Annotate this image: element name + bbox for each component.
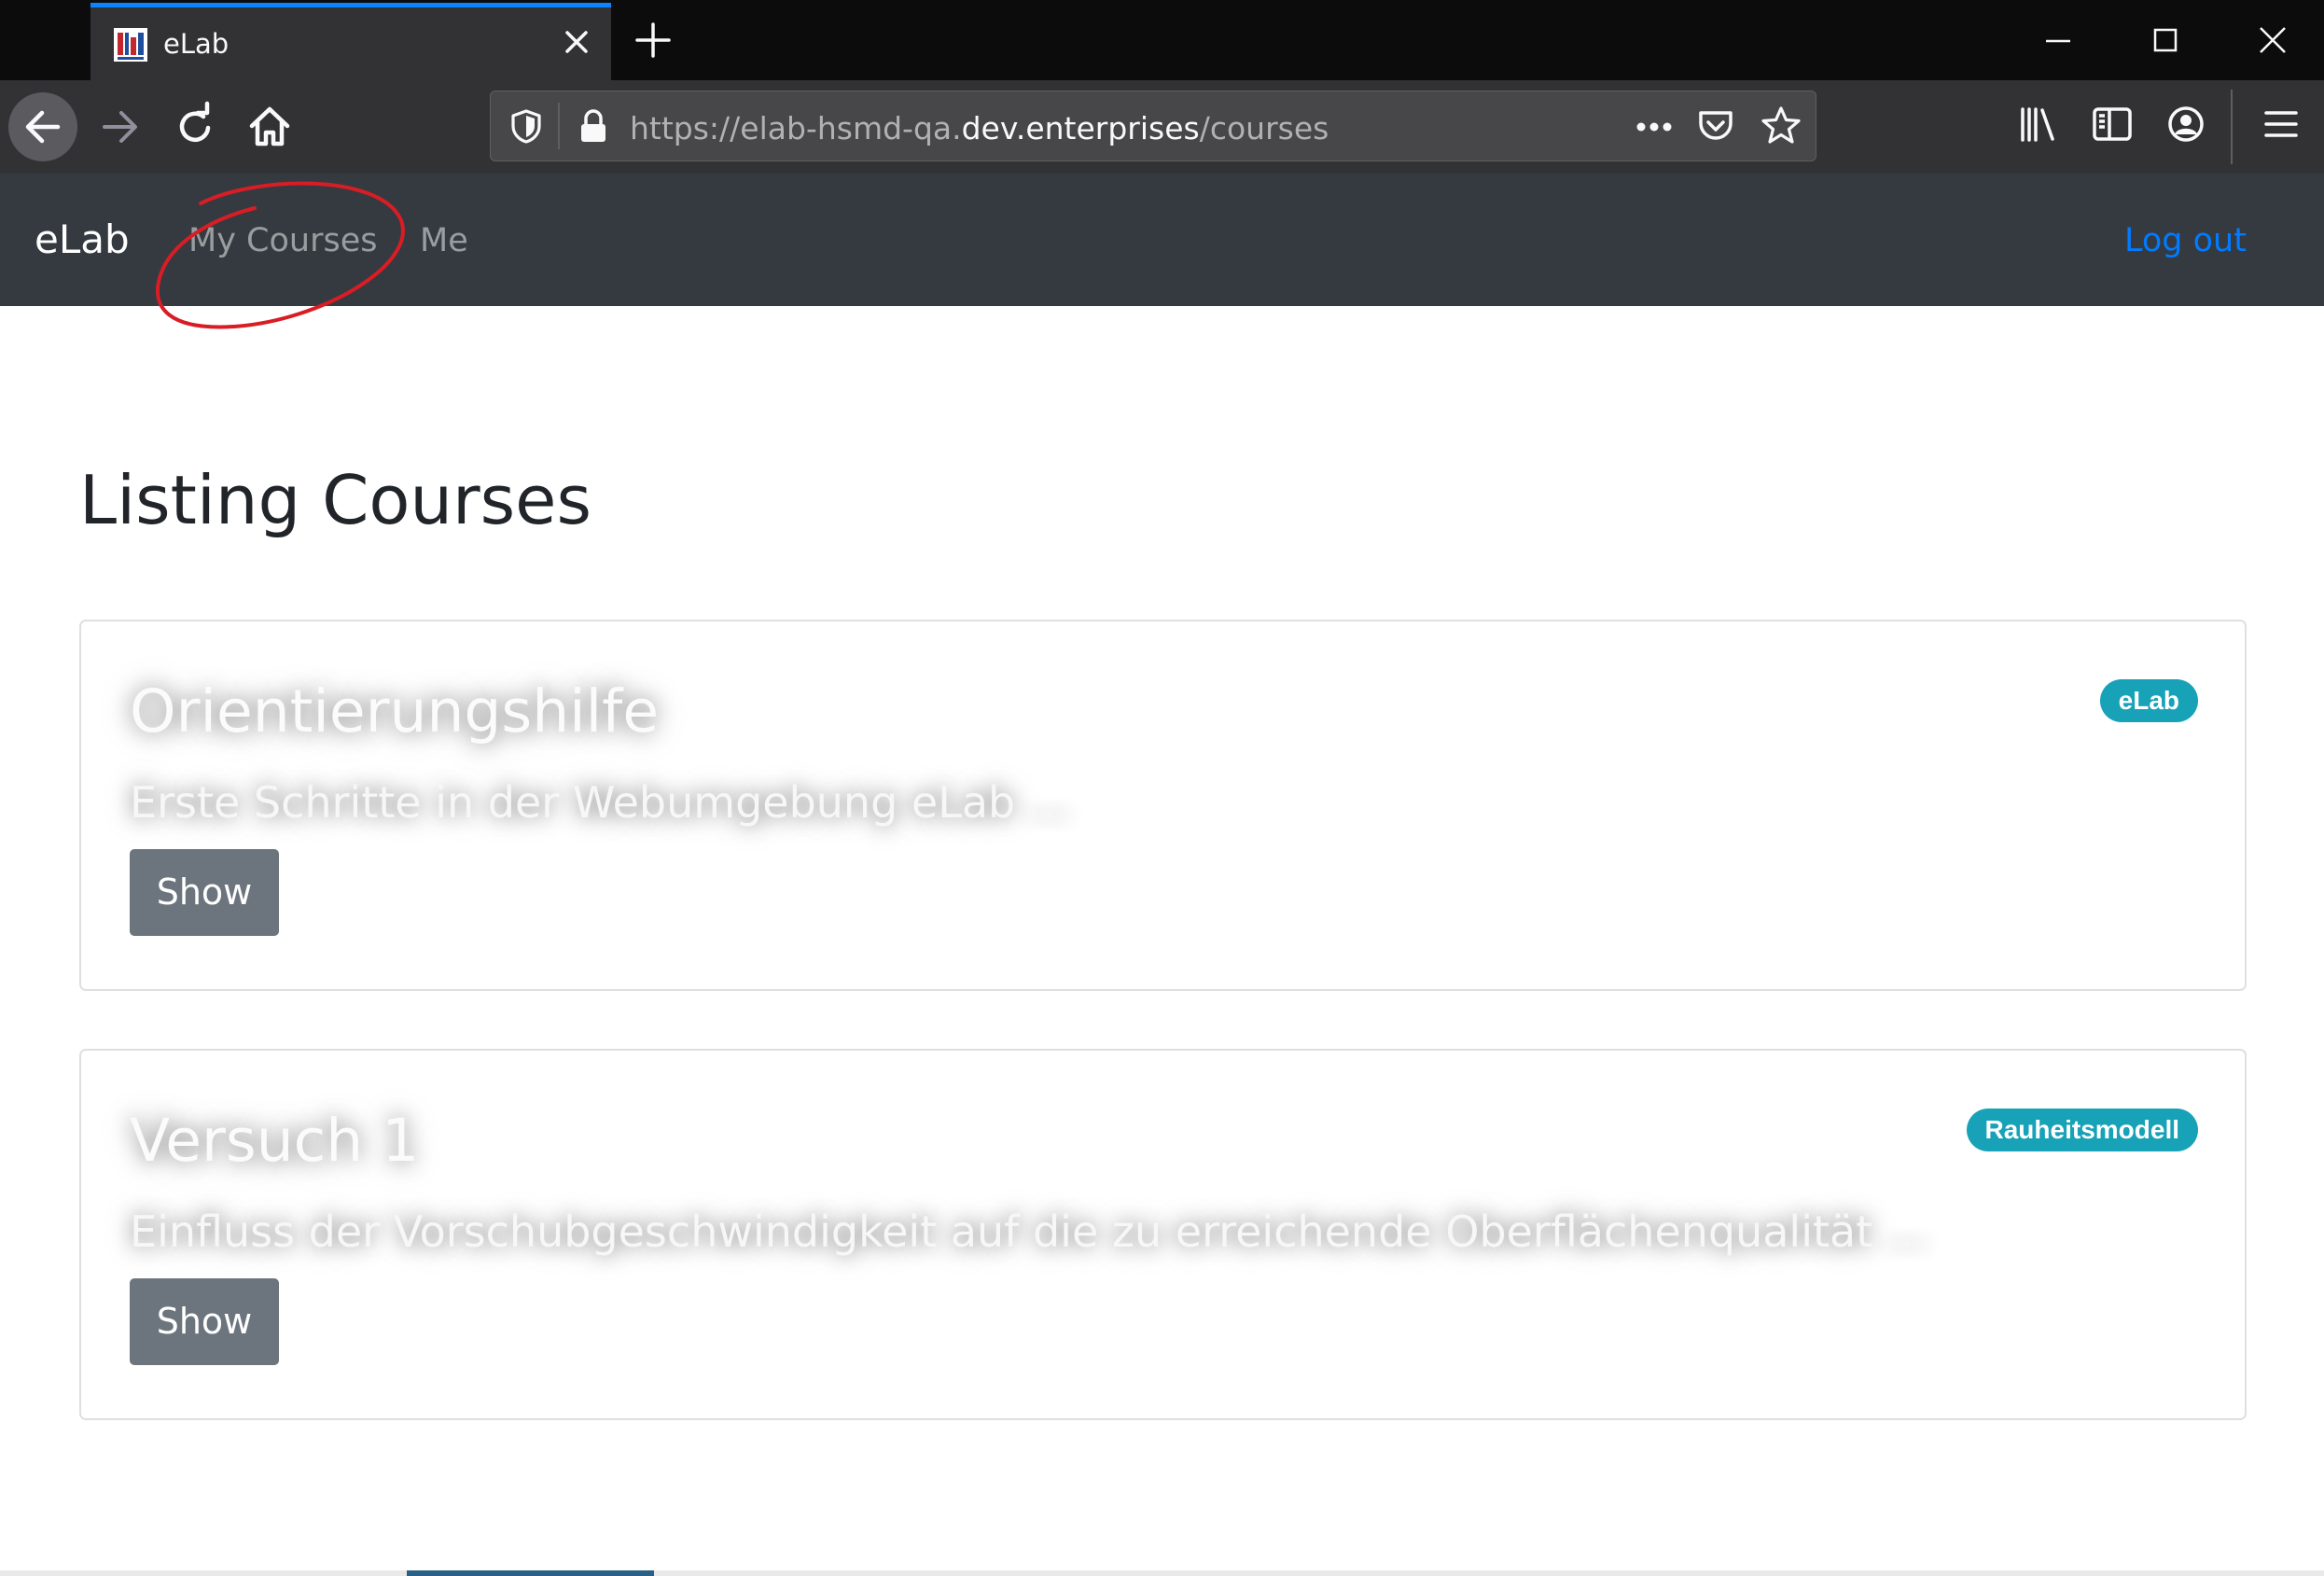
- pocket-icon[interactable]: [1694, 105, 1737, 147]
- sidebar-icon[interactable]: [2089, 101, 2136, 147]
- back-button[interactable]: [8, 92, 77, 161]
- course-card: Orientierungshilfe Erste Schritte in der…: [79, 620, 2247, 991]
- show-course-button[interactable]: Show: [130, 849, 279, 936]
- account-icon[interactable]: [2163, 101, 2209, 147]
- logout-link[interactable]: Log out: [2124, 222, 2247, 259]
- course-category-badge: Rauheitsmodell: [1966, 1109, 2198, 1151]
- close-tab-icon[interactable]: [555, 21, 598, 63]
- course-description: Erste Schritte in der Webumgebung eLab .…: [130, 777, 1070, 828]
- reload-button[interactable]: [160, 92, 230, 161]
- address-bar[interactable]: https://elab-hsmd-qa.dev.enterprises/cou…: [490, 91, 1816, 161]
- taskbar-indicator: [407, 1570, 654, 1576]
- brand-link[interactable]: eLab: [35, 216, 130, 262]
- browser-tab-active[interactable]: eLab: [90, 3, 611, 80]
- url-separator: [558, 103, 560, 149]
- url-domain: dev.enterprises: [961, 110, 1200, 146]
- url-prefix: https://elab-hsmd-qa.: [630, 110, 962, 146]
- show-course-button[interactable]: Show: [130, 1278, 279, 1365]
- course-title: Orientierungshilfe: [130, 677, 660, 746]
- url-path: /courses: [1199, 110, 1329, 146]
- page-title: Listing Courses: [79, 461, 591, 539]
- annotation-circle: [155, 181, 405, 329]
- elab-favicon-icon: [114, 28, 147, 62]
- toolbar-separator: [2231, 90, 2233, 164]
- close-window-icon[interactable]: [2249, 17, 2296, 63]
- browser-tab-bar: eLab: [0, 0, 2324, 80]
- library-icon[interactable]: [2015, 101, 2062, 147]
- tab-title: eLab: [163, 28, 230, 60]
- home-button[interactable]: [235, 92, 304, 161]
- course-card: Versuch 1 Einfluss der Vorschubgeschwind…: [79, 1049, 2247, 1420]
- page-actions-icon[interactable]: [1632, 110, 1677, 144]
- home-icon: [249, 106, 290, 146]
- new-tab-icon[interactable]: [633, 20, 674, 61]
- maximize-window-icon[interactable]: [2142, 17, 2189, 63]
- course-category-badge: eLab: [2099, 679, 2198, 722]
- course-description: Einfluss der Vorschubgeschwindigkeit auf…: [130, 1206, 1927, 1257]
- arrow-right-icon: [103, 111, 137, 143]
- browser-toolbar: https://elab-hsmd-qa.dev.enterprises/cou…: [0, 80, 2324, 174]
- page-bottom-edge: [0, 1570, 2324, 1576]
- reload-icon: [179, 101, 211, 142]
- bookmark-star-icon[interactable]: [1759, 104, 1803, 148]
- hamburger-menu-icon[interactable]: [2258, 101, 2304, 147]
- arrow-left-icon: [25, 110, 61, 144]
- lock-icon[interactable]: [573, 105, 614, 146]
- minimize-window-icon[interactable]: [2035, 17, 2081, 63]
- course-title: Versuch 1: [130, 1107, 420, 1175]
- url-text[interactable]: https://elab-hsmd-qa.dev.enterprises/cou…: [630, 110, 1329, 146]
- tracking-protection-shield-icon[interactable]: [506, 105, 547, 146]
- forward-button[interactable]: [86, 92, 155, 161]
